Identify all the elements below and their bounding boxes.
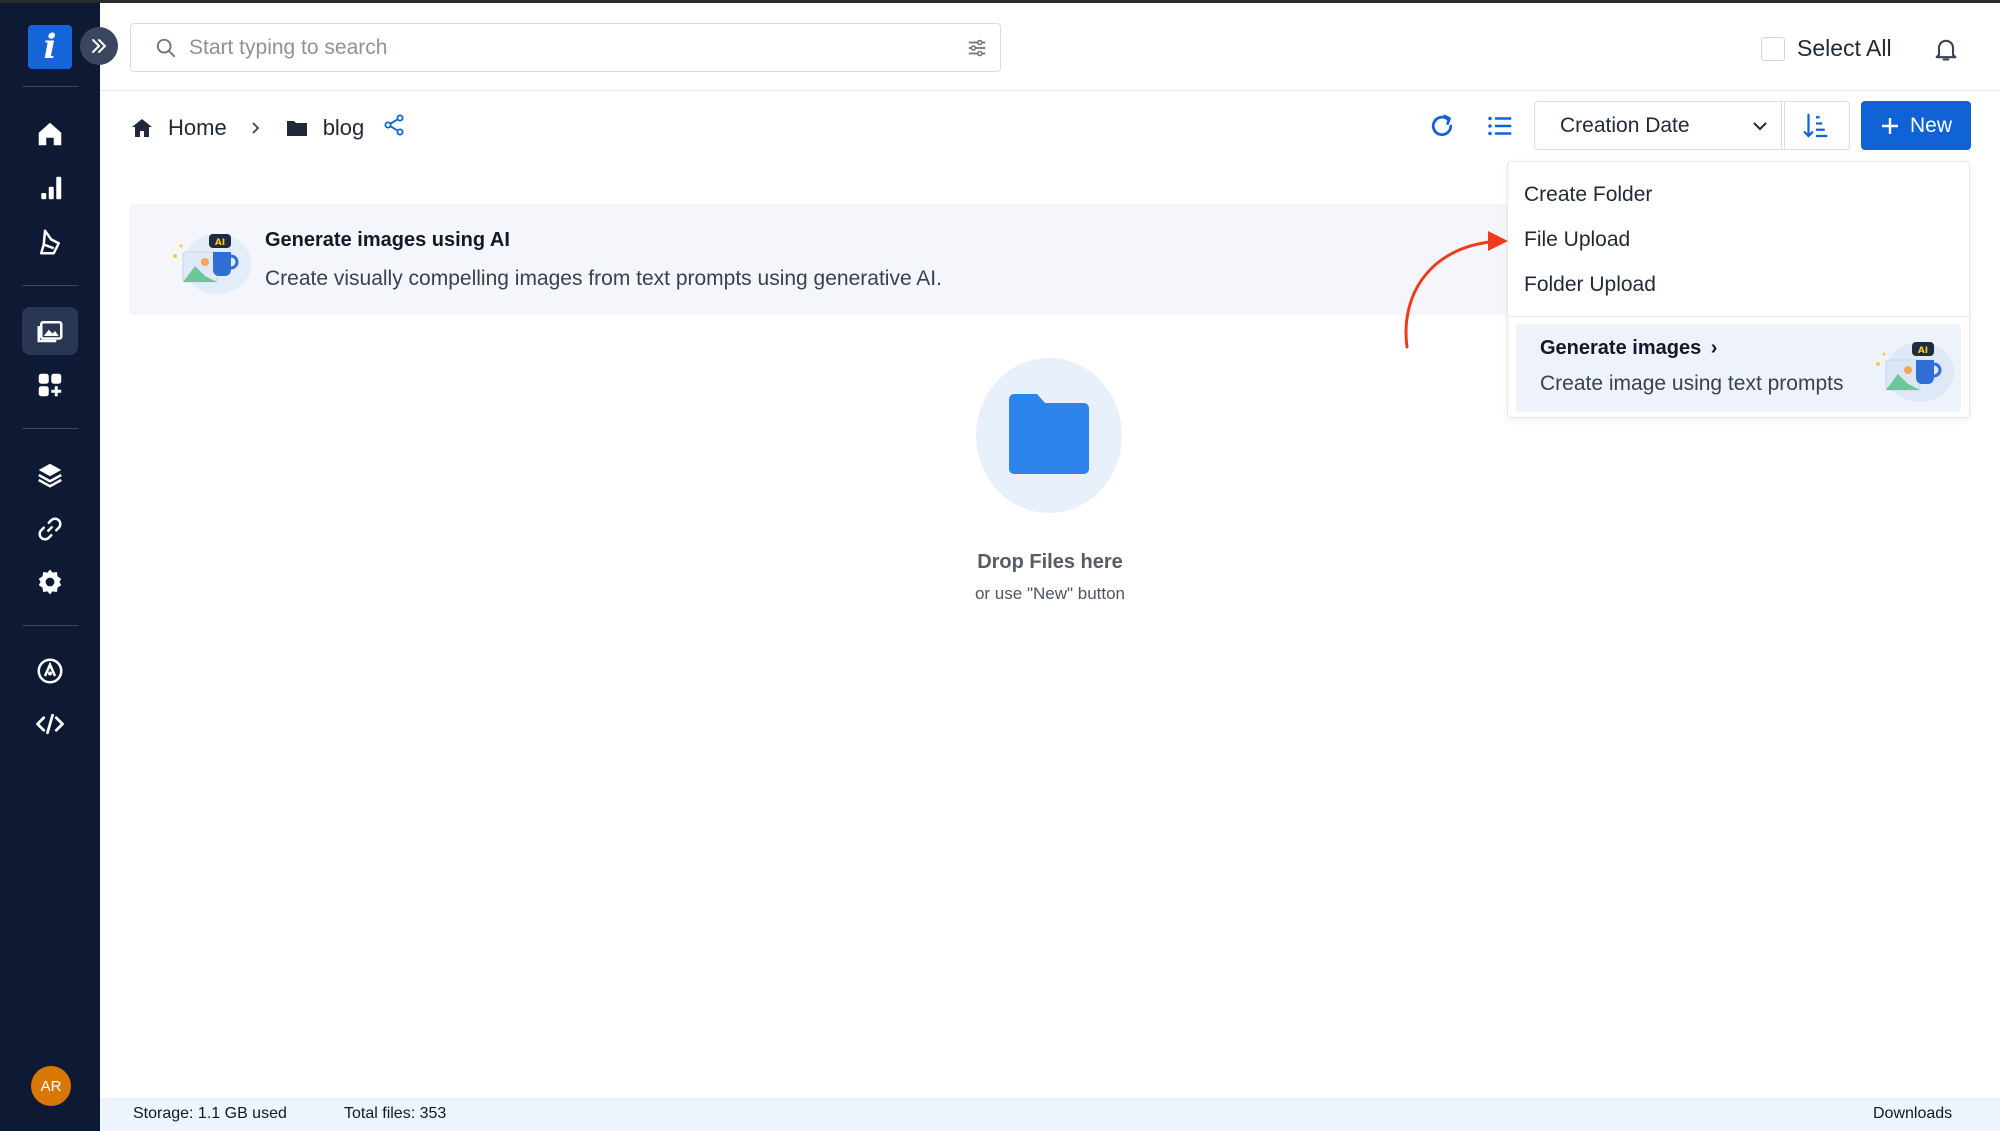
chevron-down-icon xyxy=(1753,122,1767,131)
sidebar-divider xyxy=(22,428,78,429)
ai-image-illustration-icon: AI xyxy=(1876,342,1954,402)
notification-bell-icon[interactable] xyxy=(1932,35,1960,63)
select-all[interactable]: Select All xyxy=(1761,35,1892,62)
sort-by-select[interactable]: Creation Date xyxy=(1534,101,1785,150)
sidebar-divider xyxy=(22,625,78,626)
search-icon xyxy=(156,38,176,58)
folder-icon xyxy=(1009,394,1089,474)
code-icon[interactable] xyxy=(22,700,78,748)
chevron-right-icon: › xyxy=(1710,337,1718,359)
new-button-label: New xyxy=(1909,113,1952,137)
select-all-checkbox[interactable] xyxy=(1761,36,1785,61)
top-bar: Select All xyxy=(100,3,2000,91)
analytics-icon[interactable] xyxy=(22,164,78,212)
sidebar-divider xyxy=(22,285,78,286)
drop-files-title: Drop Files here xyxy=(977,551,1123,573)
new-dropdown-menu: Create Folder File Upload Folder Upload … xyxy=(1507,161,1970,418)
select-all-label: Select All xyxy=(1797,35,1892,61)
sort-descending-icon xyxy=(1803,113,1827,138)
svg-text:AI: AI xyxy=(1918,346,1928,356)
search-box[interactable] xyxy=(130,23,1001,72)
file-upload-menu-item[interactable]: File Upload xyxy=(1524,228,1630,252)
link-icon[interactable] xyxy=(22,505,78,553)
home-icon xyxy=(132,119,152,137)
double-chevron-right-icon xyxy=(92,39,107,53)
empty-folder-illustration xyxy=(976,358,1122,513)
sort-direction-button[interactable] xyxy=(1781,101,1850,150)
apps-icon[interactable] xyxy=(22,361,78,409)
media-library-icon[interactable] xyxy=(22,307,78,355)
folder-icon xyxy=(286,121,307,136)
developer-icon[interactable] xyxy=(22,647,78,695)
annotation-arrow-icon xyxy=(1404,231,1508,349)
expand-sidebar-button[interactable] xyxy=(80,27,118,65)
ai-image-illustration-icon: AI xyxy=(173,234,251,294)
breadcrumb-folder[interactable]: blog xyxy=(323,115,365,141)
drop-files-subtitle: or use "New" button xyxy=(974,584,1126,603)
list-view-icon[interactable] xyxy=(1485,111,1515,141)
downloads-link[interactable]: Downloads xyxy=(1873,1105,1952,1123)
sidebar-divider xyxy=(22,86,78,87)
breadcrumb: Home blog xyxy=(130,112,406,144)
sort-by-value: Creation Date xyxy=(1560,114,1690,137)
share-icon[interactable] xyxy=(382,113,406,137)
search-input[interactable] xyxy=(189,32,889,64)
generate-images-title: Generate images › xyxy=(1540,337,1718,359)
status-bar: Storage: 1.1 GB used Total files: 353 Do… xyxy=(100,1098,2000,1131)
total-files: Total files: 353 xyxy=(344,1105,447,1122)
filter-settings-icon[interactable] xyxy=(966,37,988,59)
breadcrumb-home[interactable]: Home xyxy=(168,115,227,141)
menu-divider xyxy=(1508,316,1969,317)
create-folder-menu-item[interactable]: Create Folder xyxy=(1524,183,1652,207)
generate-images-description: Create image using text prompts xyxy=(1540,372,1844,395)
folder-upload-menu-item[interactable]: Folder Upload xyxy=(1524,273,1656,297)
refresh-icon[interactable] xyxy=(1427,111,1457,141)
ai-banner[interactable]: AI Generate images using AI Create visua… xyxy=(129,204,1509,315)
banner-description: Create visually compelling images from t… xyxy=(265,267,942,290)
plus-icon xyxy=(1881,117,1898,134)
banner-title: Generate images using AI xyxy=(265,229,510,251)
chevron-right-icon xyxy=(252,122,259,134)
storage-used: Storage: 1.1 GB used xyxy=(133,1105,287,1122)
cleanup-icon[interactable] xyxy=(22,218,78,266)
home-icon[interactable] xyxy=(22,110,78,158)
user-avatar[interactable]: AR xyxy=(31,1066,71,1106)
app-logo[interactable]: i xyxy=(28,25,72,69)
new-button[interactable]: New xyxy=(1861,101,1971,150)
layers-icon[interactable] xyxy=(22,451,78,499)
svg-text:AI: AI xyxy=(215,238,225,248)
generate-images-menu-item[interactable]: Generate images › Create image using tex… xyxy=(1516,324,1961,412)
